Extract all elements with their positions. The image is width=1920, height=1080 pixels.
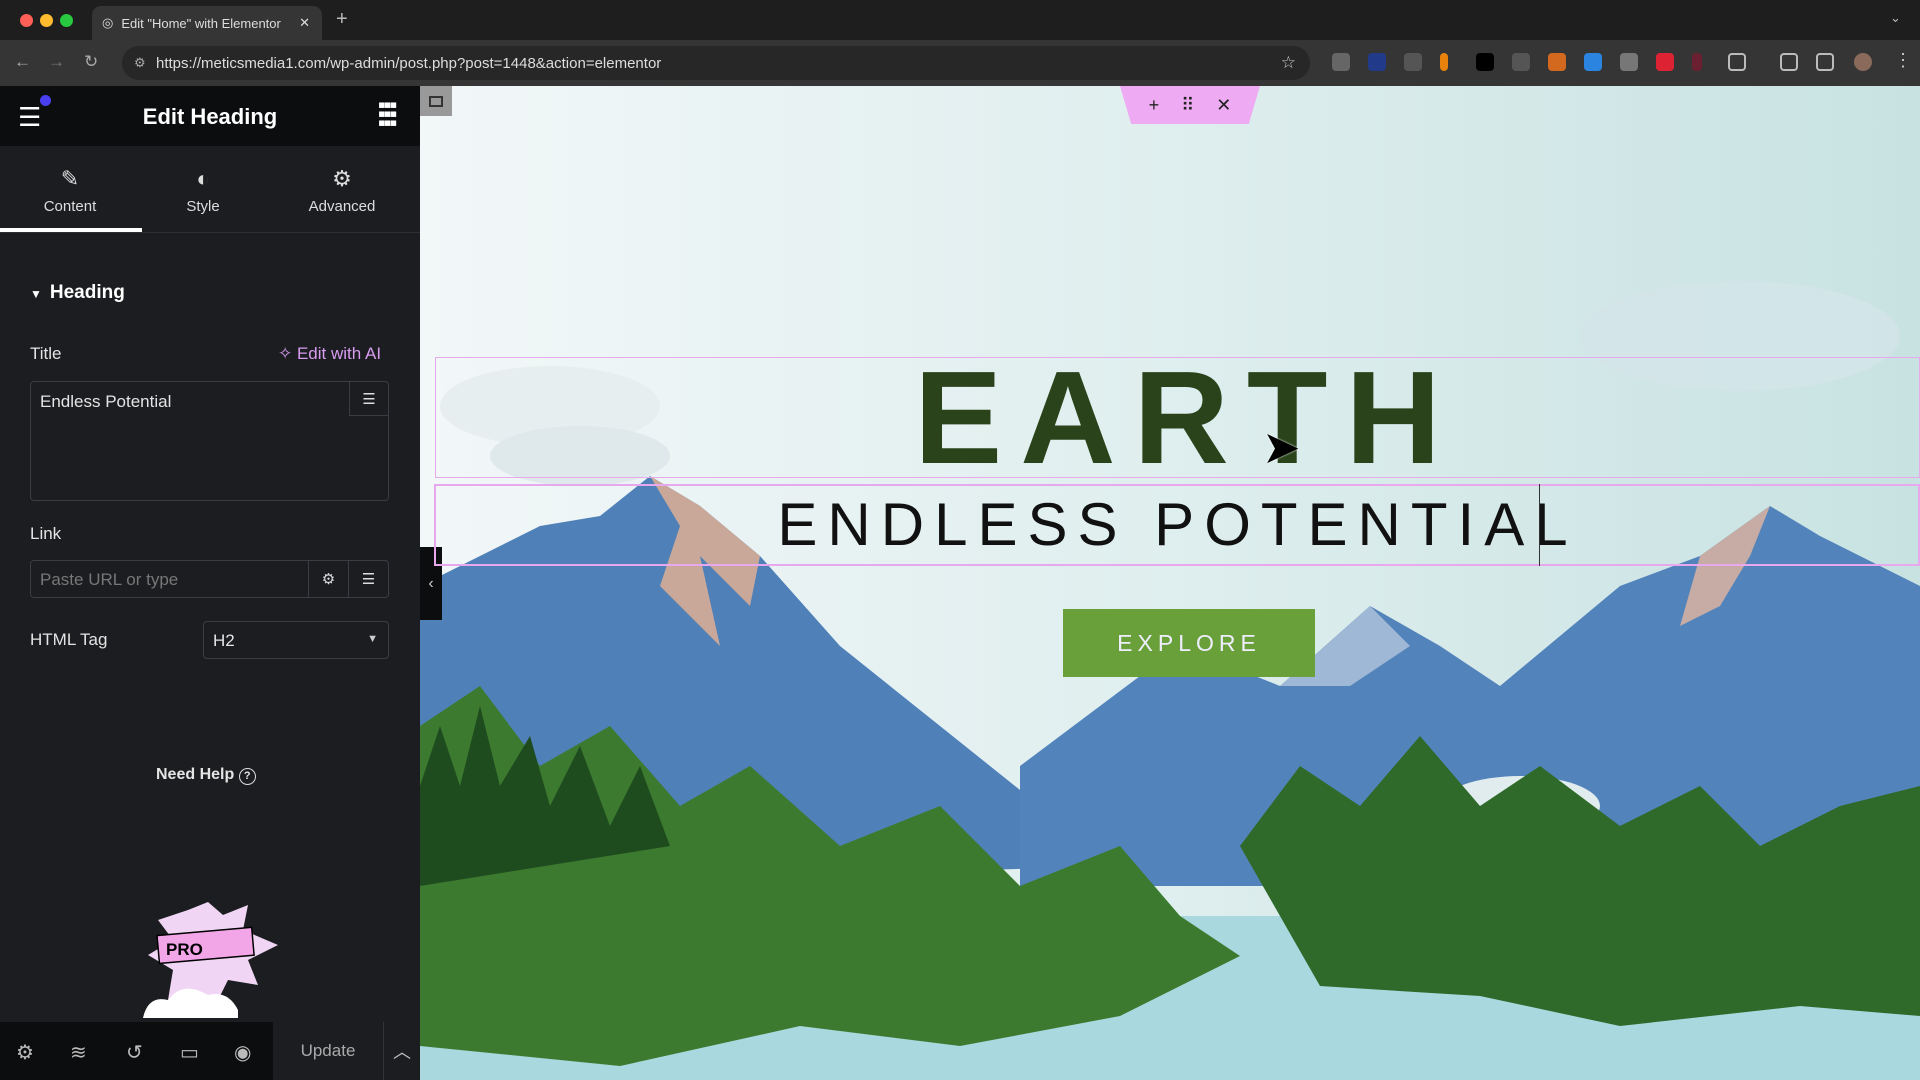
- edit-with-ai-button[interactable]: ✧ Edit with AI: [278, 344, 381, 364]
- need-help-link[interactable]: Need Help ?: [156, 766, 256, 785]
- section-toolbar: + ⠿ ✕: [1120, 86, 1260, 124]
- pro-promo-illustration: PRO: [138, 900, 283, 1020]
- caret-down-icon: ▼: [30, 287, 42, 301]
- responsive-mode-icon[interactable]: ▭: [180, 1040, 199, 1065]
- browser-menu-icon[interactable]: ⋮: [1894, 50, 1912, 71]
- extension-icon[interactable]: [1656, 53, 1674, 71]
- drag-handle-icon[interactable]: ⠿: [1181, 95, 1194, 116]
- extension-icon[interactable]: [1692, 53, 1702, 71]
- back-icon[interactable]: ←: [14, 52, 31, 72]
- extension-icon[interactable]: [1332, 53, 1350, 71]
- tab-label: Style: [186, 198, 220, 215]
- add-section-plus-icon[interactable]: +: [1149, 95, 1160, 116]
- html-tag-value: H2: [213, 631, 235, 650]
- site-settings-icon[interactable]: ⚙: [134, 55, 146, 71]
- tab-style[interactable]: ◐ Style: [133, 166, 273, 215]
- explore-button[interactable]: EXPLORE: [1063, 609, 1315, 677]
- mountain-landscape-background: [420, 281, 1920, 1080]
- tab-title: Edit "Home" with Elementor: [121, 15, 281, 31]
- endless-potential-subheading[interactable]: ENDLESS POTENTIAL: [435, 490, 1920, 560]
- tab-content[interactable]: ✎ Content: [0, 166, 140, 215]
- extension-icon[interactable]: [1584, 53, 1602, 71]
- browser-tab[interactable]: ◎ Edit "Home" with Elementor ✕: [92, 6, 322, 40]
- extension-icon[interactable]: [1548, 53, 1566, 71]
- url-text: https://meticsmedia1.com/wp-admin/post.p…: [156, 54, 662, 72]
- edit-ai-label: Edit with AI: [296, 344, 382, 363]
- close-window-button[interactable]: [20, 14, 33, 27]
- panel-footer: ⚙ ≋ ↺ ▭ ◉ Update ︿: [0, 1022, 420, 1080]
- sparkle-icon: ✧: [278, 344, 297, 363]
- bookmark-star-icon[interactable]: ☆: [1281, 53, 1296, 73]
- profile-avatar[interactable]: [1854, 53, 1872, 71]
- title-textarea[interactable]: Endless Potential ☰: [30, 381, 389, 501]
- svg-text:PRO: PRO: [166, 940, 203, 959]
- need-help-label: Need Help: [156, 766, 235, 783]
- url-field[interactable]: ⚙ https://meticsmedia1.com/wp-admin/post…: [122, 46, 1310, 80]
- side-panel-icon[interactable]: [1816, 53, 1834, 71]
- save-options-chevron-up-icon[interactable]: ︿: [383, 1022, 420, 1080]
- extension-icon[interactable]: [1404, 53, 1422, 71]
- section-heading-toggle[interactable]: ▼ Heading: [30, 282, 125, 304]
- forward-icon[interactable]: →: [48, 52, 65, 72]
- widgets-grid-icon[interactable]: ▪▪▪ ▪▪▪ ▪▪▪: [378, 94, 402, 134]
- reading-list-icon[interactable]: [1780, 53, 1798, 71]
- tab-list-chevron-icon[interactable]: ⌄: [1890, 10, 1901, 26]
- history-icon[interactable]: ↺: [126, 1040, 143, 1065]
- link-options-gear-icon[interactable]: ⚙: [308, 561, 348, 597]
- extension-icon[interactable]: [1368, 53, 1386, 71]
- contrast-icon: ◐: [196, 166, 210, 191]
- page-canvas: + ⠿ ✕ ‹: [420, 86, 1920, 1080]
- help-circle-icon: ?: [238, 768, 256, 785]
- panel-title: Edit Heading: [142, 104, 278, 129]
- tab-label: Advanced: [308, 198, 376, 215]
- extension-icon[interactable]: [1620, 53, 1638, 71]
- extension-icon[interactable]: [1512, 53, 1530, 71]
- tab-label: Content: [43, 198, 97, 215]
- settings-gear-icon[interactable]: ⚙: [16, 1040, 34, 1065]
- mouse-cursor-icon: ➤: [1262, 421, 1301, 473]
- title-label: Title: [30, 344, 62, 363]
- minimize-window-button[interactable]: [40, 14, 53, 27]
- new-tab-button[interactable]: +: [336, 8, 348, 31]
- divider: [0, 232, 420, 233]
- preview-eye-icon[interactable]: ◉: [234, 1040, 251, 1065]
- reload-icon[interactable]: ↻: [84, 52, 98, 72]
- tab-advanced[interactable]: ⚙ Advanced: [272, 166, 412, 215]
- browser-tab-bar: ◎ Edit "Home" with Elementor ✕ + ⌄: [0, 0, 1920, 40]
- link-label: Link: [30, 524, 62, 543]
- extensions-puzzle-icon[interactable]: [1728, 53, 1746, 71]
- earth-heading[interactable]: EARTH: [435, 352, 1920, 484]
- responsive-toggle-button[interactable]: [420, 86, 452, 116]
- section-title: Heading: [49, 282, 125, 303]
- title-value: Endless Potential: [40, 392, 172, 411]
- dynamic-tags-icon[interactable]: ☰: [348, 561, 388, 597]
- gear-icon: ⚙: [332, 166, 352, 191]
- text-cursor: [1539, 484, 1540, 566]
- panel-header: ☰ Edit Heading ▪▪▪ ▪▪▪ ▪▪▪: [0, 86, 420, 146]
- pencil-icon: ✎: [60, 166, 80, 191]
- caret-down-icon: ▼: [367, 633, 378, 645]
- extension-icon[interactable]: [1476, 53, 1494, 71]
- elementor-panel: ☰ Edit Heading ▪▪▪ ▪▪▪ ▪▪▪ ✎ Content ◐ Style…: [0, 86, 420, 1080]
- update-button[interactable]: Update: [273, 1022, 383, 1080]
- html-tag-label: HTML Tag: [30, 630, 108, 649]
- link-input[interactable]: Paste URL or type ⚙ ☰: [30, 560, 389, 598]
- address-bar-row: ← → ↻ ⚙ https://meticsmedia1.com/wp-admi…: [0, 40, 1920, 86]
- close-tab-icon[interactable]: ✕: [299, 15, 322, 31]
- globe-icon: ◎: [102, 15, 114, 30]
- device-icon: [429, 95, 443, 107]
- delete-section-close-icon[interactable]: ✕: [1216, 95, 1231, 116]
- maximize-window-button[interactable]: [60, 14, 73, 27]
- html-tag-select[interactable]: H2 ▼: [203, 621, 389, 659]
- dynamic-tags-icon[interactable]: ☰: [349, 382, 388, 416]
- layers-icon[interactable]: ≋: [70, 1040, 87, 1065]
- link-placeholder: Paste URL or type: [40, 570, 179, 589]
- extension-icon[interactable]: [1440, 53, 1448, 71]
